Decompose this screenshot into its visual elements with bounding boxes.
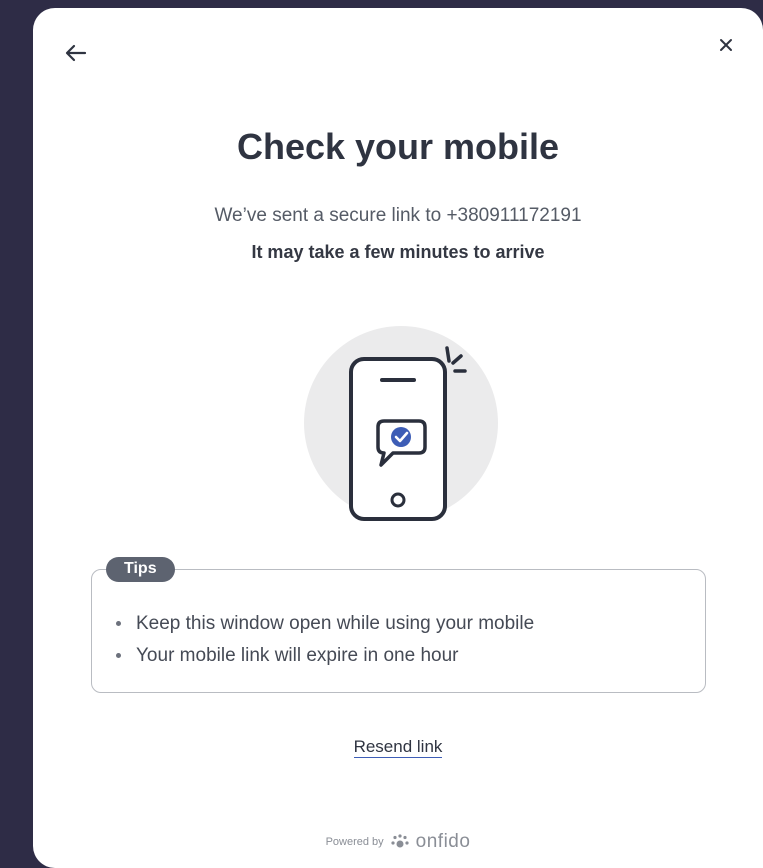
phone-message-check-icon xyxy=(304,326,498,521)
tips-badge: Tips xyxy=(106,557,175,582)
back-button[interactable] xyxy=(63,40,89,66)
tip-item: Keep this window open while using your m… xyxy=(114,608,534,640)
bullet-icon xyxy=(116,653,121,658)
tip-text: Keep this window open while using your m… xyxy=(136,613,535,634)
phone-illustration xyxy=(295,313,515,533)
arrival-note: It may take a few minutes to arrive xyxy=(251,242,545,262)
arrow-left-icon xyxy=(65,44,87,62)
close-button[interactable] xyxy=(715,34,737,56)
onfido-logo-icon xyxy=(391,834,409,848)
tips-panel: Tips Keep this window open while using y… xyxy=(91,557,706,693)
powered-by-text: Powered by xyxy=(325,836,384,848)
sent-link-text: We’ve sent a secure link to +38091117219… xyxy=(214,205,582,226)
resend-link-container: Resend link xyxy=(33,737,763,758)
bullet-icon xyxy=(116,621,121,626)
page-title: Check your mobile xyxy=(236,126,560,167)
tip-text: Your mobile link will expire in one hour xyxy=(136,645,459,666)
close-icon xyxy=(720,39,732,51)
resend-link[interactable]: Resend link xyxy=(353,737,443,758)
onfido-wordmark: onfido xyxy=(415,831,471,852)
verification-modal: Check your mobile We’ve sent a secure li… xyxy=(33,8,763,868)
powered-by-footer: Powered by onfido xyxy=(33,831,763,853)
tips-list: Keep this window open while using your m… xyxy=(114,608,534,672)
tip-item: Your mobile link will expire in one hour xyxy=(114,640,534,672)
